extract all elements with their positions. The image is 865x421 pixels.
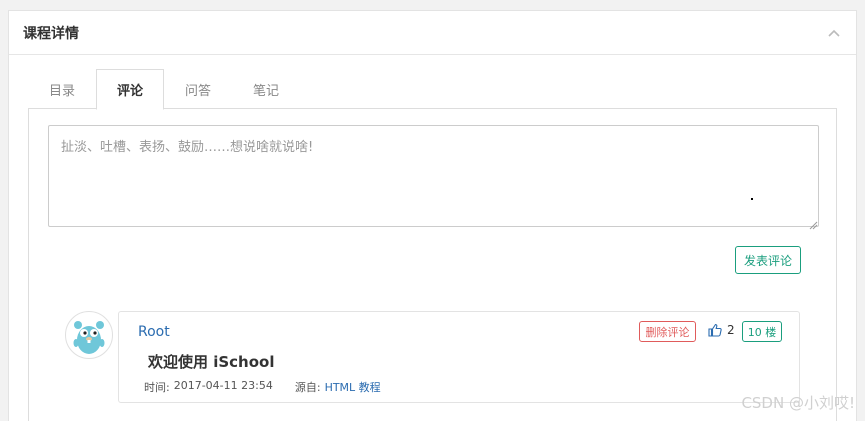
tab-notes[interactable]: 笔记 [232,69,300,109]
source-label: 源自: [294,381,321,394]
tab-qa[interactable]: 问答 [164,69,232,109]
floor-badge: 10 楼 [742,321,782,342]
meta-spacer [277,379,291,395]
like-count: 2 [727,323,735,337]
watermark: CSDN @小刘哎! [741,394,855,412]
comment-time: 2017-04-11 23:54 [173,379,273,392]
panel-title: 课程详情 [23,25,79,42]
comment-text: 欢迎使用 iSchool [148,353,275,371]
delete-comment-button[interactable]: 删除评论 [639,321,696,342]
comment-meta: 时间: 2017-04-11 23:54 源自: HTML 教程 [144,379,381,395]
gopher-avatar [73,321,105,354]
tab-comments[interactable]: 评论 [96,69,164,110]
resize-handle-icon[interactable] [808,215,818,230]
thumbs-up-icon[interactable] [708,323,722,337]
avatar[interactable] [65,311,113,359]
course-detail-panel: 课程详情 目录 评论 问答 笔记 发表评论 [8,10,857,421]
like-control[interactable]: 2 [708,323,735,337]
comment-input[interactable] [48,125,819,227]
tab-catalog[interactable]: 目录 [28,69,96,109]
comment-username[interactable]: Root [138,324,170,340]
comments-tab-content: 发表评论 Root 欢迎使用 iSchool 时间: 2017-04- [28,109,837,421]
chevron-up-icon[interactable] [826,25,842,41]
source-link[interactable]: HTML 教程 [325,379,381,395]
panel-header: 课程详情 [9,11,856,55]
tab-bar: 目录 评论 问答 笔记 [28,69,837,110]
comment-card: Root 欢迎使用 iSchool 时间: 2017-04-11 23:54 源… [118,311,800,403]
cursor-dot [751,198,753,200]
time-label: 时间: [144,381,170,394]
post-comment-button[interactable]: 发表评论 [735,246,801,274]
